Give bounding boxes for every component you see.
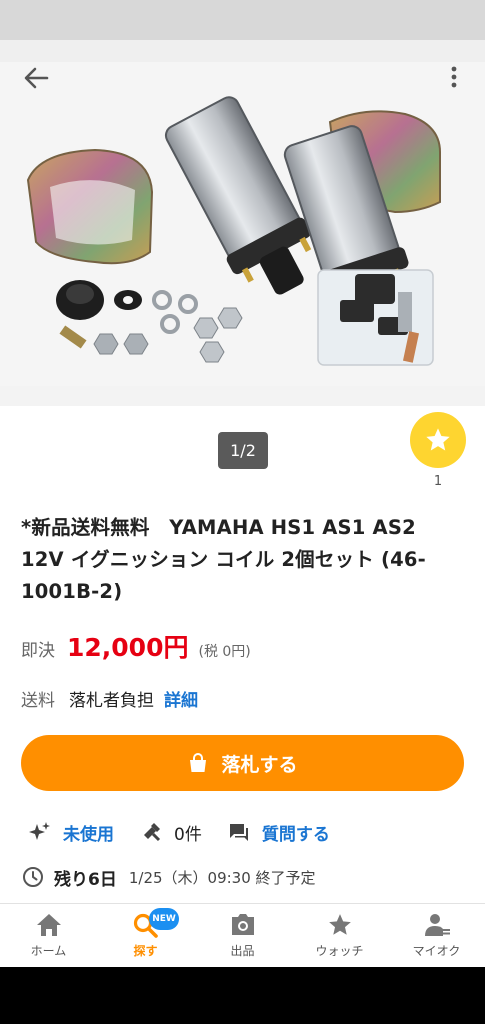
status-bar [0,0,485,40]
condition-label: 未使用 [63,824,114,845]
camera-icon [231,914,254,935]
item-title: *新品送料無料 YAMAHA HS1 AS1 AS2 12V イグニッション コ… [21,516,426,603]
shipping-label: 送料 [21,690,55,711]
bid-count: 0件 [174,824,202,845]
price-row: 即決 12,000円 (税 0円) [21,628,251,664]
gavel-icon [144,823,161,842]
price-label: 即決 [21,641,55,661]
price-value: 12,000円 [67,633,189,662]
question-item[interactable]: 質問する [228,820,330,845]
star-icon [426,428,450,451]
buy-now-label: 落札する [221,753,298,776]
tab-label: ホーム [30,944,67,958]
end-date: 1/25（木）09:30 終了予定 [128,868,316,887]
buy-now-button[interactable]: 落札する [21,735,464,791]
star-icon [328,914,351,935]
arrow-left-icon [24,67,49,89]
photo-divider [0,386,485,406]
chat-icon [229,824,248,841]
clock-icon [23,867,43,887]
product-photo[interactable] [0,62,485,386]
back-button[interactable] [20,64,52,92]
bottom-tab-bar: ホーム 探す NEW 出品 ウォッチ マイオク [0,903,485,967]
tab-label: 出品 [230,944,255,958]
end-time-row: 残り6日 1/25（木）09:30 終了予定 [22,862,316,892]
pager-text: 1/2 [230,441,256,460]
tab-watch[interactable]: ウォッチ [291,904,388,967]
person-list-icon [424,914,450,936]
tab-my-auction[interactable]: マイオク [388,904,485,967]
tab-sell[interactable]: 出品 [194,904,291,967]
price-tax: (税 0円) [198,644,251,660]
bids-item: 0件 [140,820,202,845]
tab-label: 探す [133,944,158,958]
item-meta-row: 未使用 0件 質問する [27,816,356,848]
shipping-value: 落札者負担 [69,690,154,711]
sparkle-icon [29,822,50,840]
header-band [0,40,485,62]
shipping-details-link[interactable]: 詳細 [164,686,198,711]
home-icon [36,914,61,936]
more-button[interactable] [440,62,468,92]
new-badge: NEW [149,908,179,930]
shopping-bag-icon [187,752,209,774]
image-pager: 1/2 [218,432,268,469]
shipping-row: 送料 落札者負担 詳細 [21,684,198,712]
more-vertical-icon [451,66,457,88]
tab-home[interactable]: ホーム [0,904,97,967]
watch-button[interactable] [410,412,466,468]
tab-label: マイオク [412,944,461,958]
tab-label: ウォッチ [315,944,364,958]
condition-item[interactable]: 未使用 [27,820,114,845]
time-remaining: 残り6日 [54,869,117,890]
tab-search[interactable]: 探す NEW [97,904,194,967]
question-link: 質問する [261,824,330,845]
screen: 1/2 1 *新品送料無料 YAMAHA HS1 AS1 AS2 12V イグニ… [0,0,485,967]
watch-count: 1 [433,474,443,489]
